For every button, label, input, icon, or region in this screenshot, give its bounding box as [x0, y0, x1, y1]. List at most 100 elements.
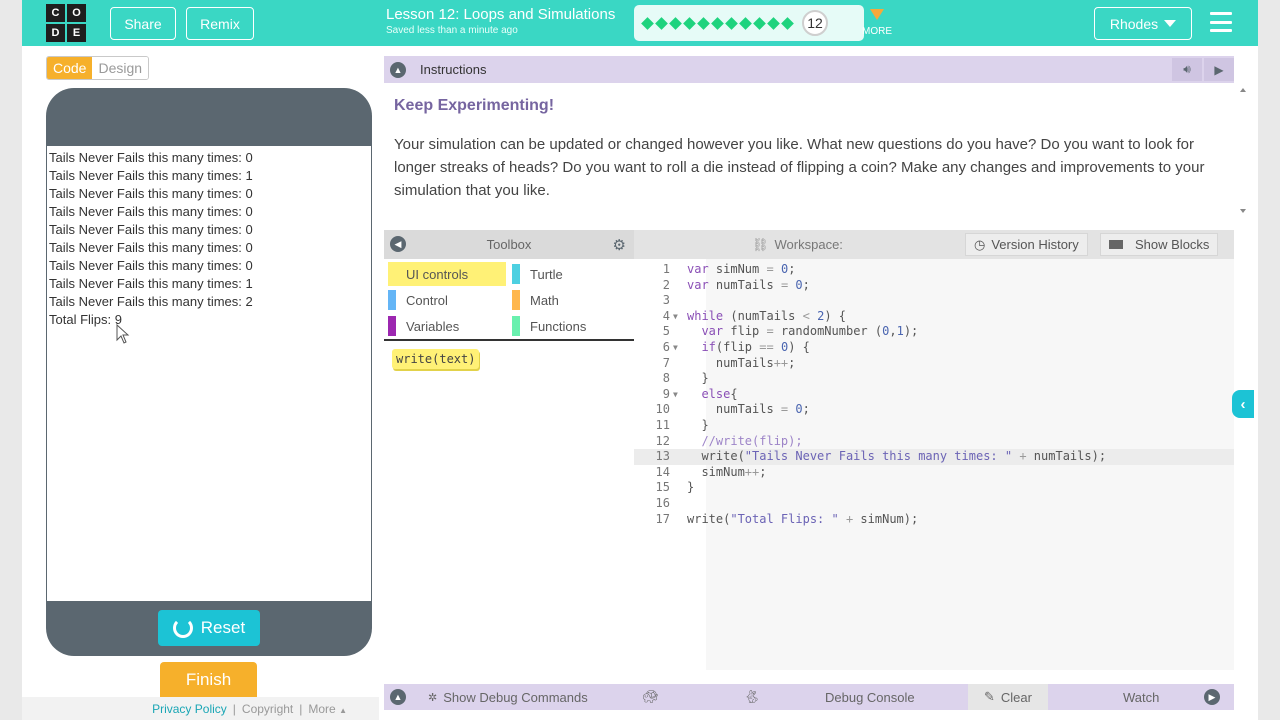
- progress-dot[interactable]: [654, 16, 668, 30]
- design-mode-button[interactable]: Design: [92, 57, 149, 79]
- code-line[interactable]: 17 write("Total Flips: " + simNum);: [634, 512, 1234, 528]
- code-line[interactable]: 5 var flip = randomNumber (0,1);: [634, 324, 1234, 340]
- reset-button[interactable]: Reset: [158, 610, 260, 646]
- code-line[interactable]: 11 }: [634, 418, 1234, 434]
- category-functions[interactable]: Functions: [512, 314, 586, 338]
- copyright-link[interactable]: Copyright: [242, 702, 293, 716]
- slow-turtle-icon[interactable]: 🐢︎: [642, 684, 659, 710]
- eraser-icon: ✎: [984, 689, 995, 704]
- expand-debug-icon[interactable]: ▲: [390, 684, 406, 710]
- line-number: 8: [662, 371, 670, 386]
- line-number: 4: [662, 308, 670, 323]
- fold-arrow-icon[interactable]: ▼: [673, 340, 678, 356]
- show-debug-commands-label: Show Debug Commands: [443, 689, 588, 705]
- code-mode-button[interactable]: Code: [47, 57, 93, 79]
- category-ui-controls[interactable]: UI controls: [388, 262, 506, 286]
- code-line[interactable]: 15}: [634, 480, 1234, 496]
- fast-rabbit-icon[interactable]: 🐇︎: [744, 684, 761, 710]
- code-line[interactable]: 13 write("Tails Never Fails this many ti…: [634, 449, 1234, 465]
- code-line[interactable]: 7 numTails++;: [634, 356, 1234, 372]
- code-org-logo[interactable]: C O D E: [46, 4, 86, 42]
- output-line: Tails Never Fails this many times: 1: [49, 276, 253, 291]
- speaker-icon[interactable]: 🔊︎: [1172, 58, 1202, 81]
- code-line[interactable]: 14 simNum++;: [634, 465, 1234, 481]
- saved-status: Saved less than a minute ago: [386, 25, 518, 36]
- instructions-header-label: Instructions: [420, 62, 487, 77]
- instructions-body: Keep Experimenting! Your simulation can …: [384, 83, 1234, 216]
- lesson-title[interactable]: Lesson 12: Loops and Simulations: [386, 6, 615, 23]
- category-label: Variables: [406, 318, 460, 334]
- logo-letter: D: [46, 24, 65, 42]
- expand-panel-tab[interactable]: ‹: [1232, 390, 1254, 418]
- finish-button[interactable]: Finish: [160, 662, 257, 698]
- code-line[interactable]: 3: [634, 293, 1234, 309]
- code-editor[interactable]: 1 var simNum = 0; 2 var numTails = 0; 3 4 ▼ whi…: [634, 259, 1234, 670]
- app-preview-screen[interactable]: Tails Never Fails this many times: 0 Tai…: [46, 146, 372, 601]
- more-levels-link[interactable]: MORE: [862, 26, 892, 37]
- share-button[interactable]: Share: [110, 7, 176, 40]
- category-control[interactable]: Control: [388, 288, 448, 312]
- progress-dot[interactable]: [640, 16, 654, 30]
- category-swatch: [512, 264, 520, 284]
- clear-button[interactable]: ✎ Clear: [968, 684, 1048, 710]
- play-icon[interactable]: ▶: [1204, 58, 1234, 81]
- fold-arrow-icon[interactable]: ▼: [673, 309, 678, 325]
- line-number: 1: [662, 262, 670, 276]
- progress-dot[interactable]: [780, 16, 794, 30]
- code-line[interactable]: 6 ▼ if(flip == 0) {: [634, 340, 1234, 356]
- code-line[interactable]: 1 var simNum = 0;: [634, 262, 1234, 278]
- code-text: var simNum = 0;: [687, 262, 796, 276]
- progress-dot[interactable]: [668, 16, 682, 30]
- category-turtle[interactable]: Turtle: [512, 262, 563, 286]
- fold-arrow-icon[interactable]: ▼: [673, 387, 678, 403]
- code-line[interactable]: 16: [634, 496, 1234, 512]
- version-history-button[interactable]: ◷ Version History: [965, 233, 1088, 256]
- blocks-icon: [1109, 240, 1123, 249]
- show-blocks-button[interactable]: Show Blocks: [1100, 233, 1219, 256]
- output-line: Tails Never Fails this many times: 2: [49, 294, 253, 309]
- progress-dot[interactable]: [696, 16, 710, 30]
- workspace-title: ⛓ Workspace:: [752, 230, 843, 259]
- top-header: C O D E Share Remix Lesson 12: Loops and…: [22, 0, 1258, 46]
- progress-dot[interactable]: [766, 16, 780, 30]
- category-variables[interactable]: Variables: [388, 314, 459, 338]
- code-line[interactable]: 8 }: [634, 371, 1234, 387]
- line-number: 7: [662, 355, 670, 370]
- privacy-policy-link[interactable]: Privacy Policy: [152, 702, 227, 716]
- code-line[interactable]: 10 numTails = 0;: [634, 402, 1234, 418]
- footer-more-link[interactable]: More ▲: [308, 702, 347, 716]
- line-number: 5: [662, 324, 670, 339]
- code-text: var numTails = 0;: [687, 277, 810, 292]
- progress-dot[interactable]: [682, 16, 696, 30]
- chevron-down-icon: [1164, 20, 1177, 27]
- collapse-instructions-icon[interactable]: ▲: [390, 61, 406, 78]
- remix-button[interactable]: Remix: [186, 7, 254, 40]
- collapse-toolbox-icon[interactable]: ◀: [390, 236, 406, 252]
- code-line[interactable]: 12 //write(flip);: [634, 434, 1234, 450]
- code-line[interactable]: 2 var numTails = 0;: [634, 278, 1234, 294]
- output-line: Tails Never Fails this many times: 0: [49, 150, 253, 165]
- progress-dot[interactable]: [710, 16, 724, 30]
- code-text: while (numTails < 2) {: [687, 308, 846, 323]
- output-line: Tails Never Fails this many times: 0: [49, 204, 253, 219]
- gear-icon[interactable]: ⚙: [613, 236, 626, 254]
- progress-dot[interactable]: [752, 16, 766, 30]
- hamburger-menu-icon[interactable]: [1210, 12, 1232, 32]
- instructions-scrollbar[interactable]: [1239, 86, 1247, 216]
- line-number: 15: [655, 480, 670, 495]
- link-icon: ⛓: [752, 236, 769, 252]
- write-text-block[interactable]: write(text): [392, 349, 480, 369]
- current-level-bubble[interactable]: 12: [802, 10, 828, 36]
- progress-dot[interactable]: [738, 16, 752, 30]
- code-line[interactable]: 4 ▼ while (numTails < 2) {: [634, 309, 1234, 325]
- code-line[interactable]: 9 ▼ else{: [634, 387, 1234, 403]
- next-icon[interactable]: ▶: [1204, 684, 1220, 710]
- progress-dot[interactable]: [724, 16, 738, 30]
- output-line: Tails Never Fails this many times: 0: [49, 258, 253, 273]
- output-line: Tails Never Fails this many times: 1: [49, 168, 253, 183]
- show-debug-commands-button[interactable]: ✲ Show Debug Commands: [428, 684, 588, 710]
- more-arrow-icon[interactable]: [870, 9, 884, 20]
- user-menu-button[interactable]: Rhodes: [1094, 7, 1192, 40]
- category-label: Functions: [530, 318, 587, 334]
- category-math[interactable]: Math: [512, 288, 559, 312]
